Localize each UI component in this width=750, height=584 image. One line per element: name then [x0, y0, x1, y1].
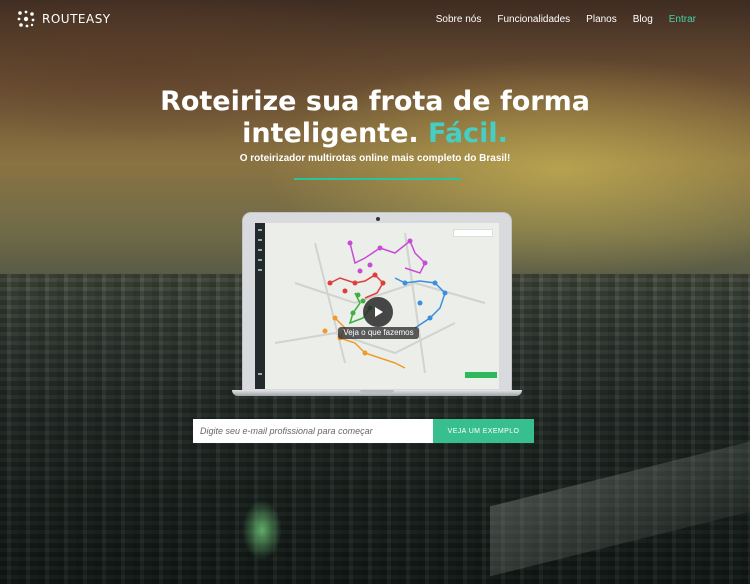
logo-icon	[17, 10, 35, 28]
login-link[interactable]: Entrar	[669, 14, 696, 25]
logo[interactable]: ROUTEASY	[16, 9, 111, 29]
lens-flare	[242, 500, 282, 560]
laptop-notch	[360, 390, 394, 393]
nav-item-funcionalidades[interactable]: Funcionalidades	[497, 14, 570, 25]
headline-line2: inteligente.	[242, 118, 419, 149]
main-nav: Sobre nós Funcionalidades Planos Blog En…	[436, 14, 696, 25]
video-play-button[interactable]	[363, 297, 393, 327]
email-field[interactable]	[193, 419, 433, 443]
nav-item-blog[interactable]: Blog	[633, 14, 653, 25]
divider	[294, 178, 461, 180]
nav-item-planos[interactable]: Planos	[586, 14, 617, 25]
page-title: Roteirize sua frota de forma inteligente…	[0, 86, 750, 150]
headline-line1: Roteirize sua frota de forma	[160, 86, 590, 117]
see-example-button[interactable]: VEJA UM EXEMPLO	[433, 419, 534, 443]
camera-dot	[376, 217, 380, 221]
play-icon	[375, 307, 383, 317]
nav-item-sobre-nos[interactable]: Sobre nós	[436, 14, 482, 25]
headline-accent: Fácil.	[428, 118, 508, 149]
logo-text: ROUTEASY	[42, 12, 111, 26]
map-status-badge	[465, 372, 497, 378]
subheadline: O roteirizador multirotas online mais co…	[239, 153, 511, 164]
video-caption[interactable]: Veja o que fazemos	[338, 327, 419, 339]
